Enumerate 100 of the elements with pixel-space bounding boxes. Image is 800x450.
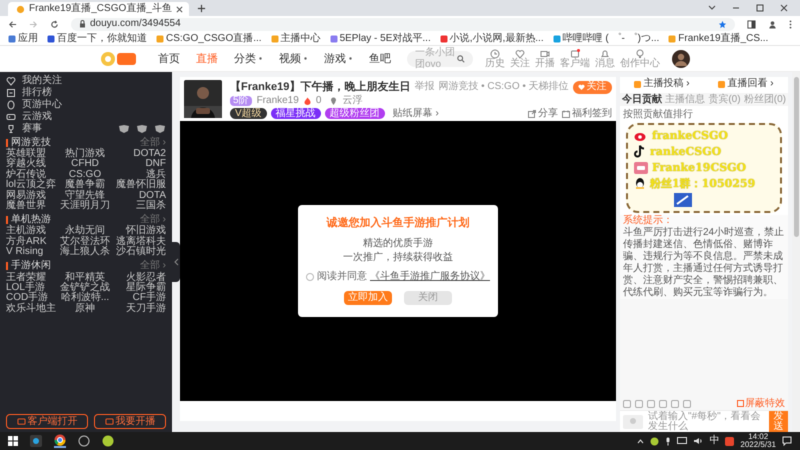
system-label: 系统提示： [623,215,674,226]
nav-link[interactable]: 游戏 [324,52,353,66]
more-icon[interactable] [789,20,792,28]
input-method[interactable]: 中 [709,436,720,446]
bookmark[interactable]: 小说,小说网,最新热... [440,32,544,44]
reload-icon[interactable] [50,20,59,28]
category-link[interactable]: 火影忍者 [112,272,166,284]
app-icon[interactable] [78,435,90,447]
category-link[interactable]: DOTA [112,190,166,202]
category-link[interactable]: 欢乐斗地主 [6,304,58,314]
app-icon[interactable] [102,435,114,447]
tray-app-icon[interactable] [650,436,660,446]
maximize-icon[interactable] [756,4,764,12]
category-link[interactable]: 和平精英 [58,272,112,284]
nav-link[interactable]: 首页 [158,52,180,66]
category-link[interactable]: 三国杀 [112,201,166,212]
address-bar[interactable]: douyu.com/3494554 [71,18,735,30]
browser-tab[interactable]: Franke19直播_CSGO直播_斗鱼 [8,2,189,16]
bookmark[interactable]: 应用 [8,32,38,44]
category-link[interactable]: 魔兽争霸 [58,180,112,191]
category-link[interactable]: 魔兽怀旧服 [112,180,166,191]
chevron-icon[interactable] [708,4,716,12]
nav-link[interactable]: 分类 [234,52,263,66]
notification-icon[interactable] [782,436,792,446]
category-link[interactable]: 怀旧游戏 [112,226,166,237]
category-link[interactable]: 天涯明月刀 [58,201,112,212]
side-panel-icon[interactable] [747,20,756,28]
search-icon[interactable] [457,54,465,62]
badge-chip[interactable]: V超级 [230,108,267,119]
team-emblem-icon[interactable] [118,124,130,134]
collapse-handle[interactable] [172,242,180,282]
star-icon[interactable] [718,20,727,28]
clock[interactable]: 14:02 2022/5/31 [740,433,776,449]
share-link[interactable]: 分享 [528,108,558,118]
team-emblem-icon[interactable] [154,124,166,134]
category-link[interactable]: 哈利波特... [58,293,112,304]
bookmark[interactable]: Franke19直播_CS... [668,32,768,44]
category-link[interactable]: V Rising [6,247,58,258]
category-link[interactable]: 天刀手游 [112,304,166,314]
agreement-link[interactable]: 《斗鱼手游推广服务协议》 [370,271,490,283]
category-link[interactable]: 永劫无间 [58,226,112,237]
sidebar-item[interactable]: 排行榜 [6,87,166,98]
new-tab-icon[interactable] [196,4,206,13]
network-icon[interactable] [677,437,688,445]
bookmark[interactable]: 5EPlay - 5E对战平... [330,32,431,44]
microphone-icon[interactable] [665,436,672,446]
tray-app-icon[interactable] [725,436,734,446]
chevron-icon[interactable] [637,438,644,444]
nav-link[interactable]: 鱼吧 [369,52,391,66]
panel-tab[interactable]: 直播回看 › [718,79,774,89]
close-icon[interactable] [780,4,788,12]
sidebar-button[interactable]: 我要开播 [94,414,166,429]
avatar-icon[interactable] [672,50,690,68]
category-link[interactable]: 方舟ARK [6,236,58,248]
sidebar-item[interactable]: 云游戏 [6,111,166,122]
category-link[interactable]: 主机游戏 [6,226,58,237]
category-link[interactable]: 守望先锋 [58,190,112,202]
category-link[interactable]: CFHD [58,159,112,170]
scrollbar-thumb[interactable] [794,77,798,237]
bookmark[interactable]: 主播中心 [270,32,321,44]
sidebar-item[interactable]: 我的关注 [6,75,166,86]
start-icon[interactable] [8,436,18,446]
bookmark-favicon-icon [8,34,16,42]
browser-icon[interactable] [54,434,66,448]
speaker-icon[interactable] [693,437,704,445]
checkbox[interactable] [306,273,314,281]
sticker-link[interactable]: 贴纸屏幕 › [392,108,439,119]
bookmark[interactable]: 百度一下，你就知道 [47,32,147,44]
badge-chip[interactable]: 福星挑战 [270,108,321,119]
category-link[interactable]: COD手游 [6,293,58,304]
document-icon [634,80,642,88]
team-emblem-icon[interactable] [136,124,148,134]
category-link[interactable]: 艾尔登法环 [58,236,112,248]
nav-link[interactable]: 视频 [279,52,308,66]
social-handle: frankeCSGO [652,129,728,142]
sidebar-item[interactable]: 页游中心 [6,99,166,110]
profile-icon[interactable] [768,20,777,28]
category-link[interactable]: 沙石镇时光 [112,247,166,258]
panel-tab[interactable]: 主播投稿 › [634,79,690,89]
badge-chip[interactable]: 超级粉丝团 [324,108,385,119]
back-icon[interactable] [8,20,17,28]
bookmark[interactable]: CS:GO_CSGO直播... [156,32,262,44]
category-link[interactable]: lol云顶之弈 [6,180,58,191]
sign-in-link[interactable]: 福利签到 [562,108,612,118]
category-link[interactable]: 海上狼人杀 [58,247,112,258]
category-link[interactable]: 热门游戏 [58,149,112,160]
category-link[interactable]: DOTA2 [112,149,166,160]
category-link[interactable]: DNF [112,159,166,170]
streamer-name[interactable]: Franke19 [256,96,299,106]
app-icon[interactable] [30,435,42,447]
category-link[interactable]: 魔兽世界 [6,201,58,212]
close-icon[interactable] [176,6,183,12]
category-link[interactable]: 原神 [58,304,112,314]
category-link[interactable]: 穿越火线 [6,159,58,170]
category-link[interactable]: CF手游 [112,293,166,304]
sidebar-item[interactable]: 赛事 [6,123,166,134]
bookmark[interactable]: 哔哩哔哩 ( ゜- ゜)つ... [552,32,660,44]
sidebar-button[interactable]: 客户端打开 [6,414,88,429]
ranking-tab[interactable]: 今日贡献 [622,94,662,105]
dialog-text: 一次推广，持续获得收益 [343,252,453,264]
